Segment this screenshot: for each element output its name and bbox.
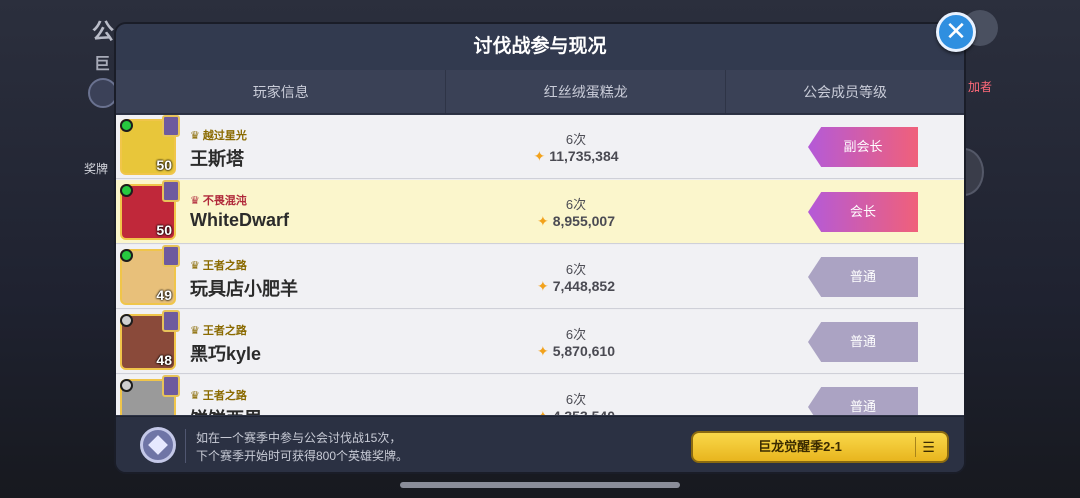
title-crown-icon: ♛ xyxy=(190,389,200,402)
player-name: 饼饼西里 xyxy=(190,405,262,415)
damage-value: 8,955,007 xyxy=(552,213,616,229)
title-crown-icon: ♛ xyxy=(190,194,200,207)
player-title-label: 越过星光 xyxy=(202,130,247,142)
player-level: 50 xyxy=(156,222,172,238)
close-icon[interactable]: ✕ xyxy=(936,12,976,52)
bg-right-tag: 加者 xyxy=(967,80,992,94)
attempt-count: 6次 xyxy=(565,392,587,407)
damage-score: ✦ 11,735,384 xyxy=(516,148,636,165)
table-row[interactable]: 50 ♛ 不畏混沌 WhiteDwarf 6次 ✦ 8,955,007 会长 xyxy=(116,180,964,244)
damage-icon: ✦ xyxy=(536,213,549,229)
player-title-label: 王者之路 xyxy=(202,325,247,337)
rank-badge-icon xyxy=(162,245,180,267)
rank-badge-icon xyxy=(162,375,180,397)
footer: 如在一个赛季中参与公会讨伐战15次， 下个赛季开始时可获得800个英雄奖牌。 巨… xyxy=(116,416,964,472)
bg-title: 公 xyxy=(92,19,115,44)
rank-badge-icon xyxy=(162,180,180,202)
player-level: 49 xyxy=(156,287,172,303)
online-status-icon xyxy=(120,184,133,197)
damage-score: ✦ 7,448,852 xyxy=(516,278,636,295)
player-title: ♛ 王者之路 xyxy=(190,387,247,403)
damage-score: ✦ 5,870,610 xyxy=(516,343,636,360)
header-member-rank: 公会成员等级 xyxy=(803,84,888,100)
rank-badge-icon xyxy=(162,310,180,332)
rank-badge-icon xyxy=(162,115,180,137)
table-row[interactable]: ♛王者之路饼饼西里 6次 ✦ 4,353,540 普通 xyxy=(116,375,964,415)
header-boss: 红丝绒蛋糕龙 xyxy=(446,70,727,113)
damage-value: 11,735,384 xyxy=(549,148,619,164)
player-level: 50 xyxy=(156,157,172,173)
reward-info-line1: 如在一个赛季中参与公会讨伐战15次， xyxy=(196,431,402,445)
damage-value: 7,448,852 xyxy=(552,278,616,294)
member-role-badge: 副会长 xyxy=(808,127,918,167)
season-label: 巨龙觉醒季2-1 xyxy=(758,439,842,454)
reward-info-line2: 下个赛季开始时可获得800个英雄奖牌。 xyxy=(196,449,409,463)
table-header: 玩家信息 红丝绒蛋糕龙 公会成员等级 xyxy=(116,70,964,114)
season-select-button[interactable]: 巨龙觉醒季2-1 ☰ xyxy=(691,431,949,463)
damage-score: ✦ 4,353,540 xyxy=(516,408,636,415)
damage-value: 5,870,610 xyxy=(552,343,616,359)
title-crown-icon: ♛ xyxy=(190,129,200,142)
bg-badge-label: 奖牌 xyxy=(84,162,109,176)
member-list[interactable]: 50 ♛ 越过星光 王斯塔 6次 ✦ 11,735,384 副会长 50 ♛ 不畏混沌 WhiteDw… xyxy=(116,115,964,415)
attempt-count: 6次 xyxy=(565,132,587,147)
hero-medal-icon xyxy=(140,427,176,463)
damage-icon: ✦ xyxy=(536,343,549,359)
modal-title: 讨伐战参与现况 xyxy=(116,24,964,70)
member-role-badge: 会长 xyxy=(808,192,918,232)
table-row[interactable]: 49 ♛ 王者之路 玩具店小肥羊 6次 ✦ 7,448,852 普通 xyxy=(116,245,964,309)
player-name: 王斯塔 xyxy=(190,149,244,169)
member-role-badge: 普通 xyxy=(808,387,918,415)
player-title: ♛ 王者之路 xyxy=(190,322,247,338)
player-level: 48 xyxy=(156,352,172,368)
member-role-badge: 普通 xyxy=(808,322,918,362)
title-crown-icon: ♛ xyxy=(190,259,200,272)
table-row[interactable]: 48 ♛ 王者之路 黑巧kyle 6次 ✦ 5,870,610 普通 xyxy=(116,310,964,374)
footer-divider xyxy=(185,429,186,463)
reward-info: 如在一个赛季中参与公会讨伐战15次， 下个赛季开始时可获得800个英雄奖牌。 xyxy=(196,429,408,465)
player-title: ♛ 越过星光 xyxy=(190,127,247,143)
damage-score: ✦ 8,955,007 xyxy=(516,213,636,230)
table-row[interactable]: 50 ♛ 越过星光 王斯塔 6次 ✦ 11,735,384 副会长 xyxy=(116,115,964,179)
damage-value: 4,353,540 xyxy=(553,408,615,415)
title-crown-icon: ♛ xyxy=(190,324,200,337)
attempt-count: 6次 xyxy=(565,197,587,212)
menu-icon[interactable]: ☰ xyxy=(915,437,941,457)
online-status-icon xyxy=(120,249,133,262)
online-status-icon xyxy=(120,379,133,392)
online-status-icon xyxy=(120,119,133,132)
player-name: 玩具店小肥羊 xyxy=(190,279,298,299)
damage-icon: ✦ xyxy=(537,408,549,415)
player-name: 黑巧kyle xyxy=(190,344,262,364)
player-title-label: 王者之路 xyxy=(202,390,247,402)
member-role-badge: 普通 xyxy=(808,257,918,297)
online-status-icon xyxy=(120,314,133,327)
player-title-label: 王者之路 xyxy=(202,260,247,272)
damage-icon: ✦ xyxy=(533,148,546,164)
bg-subtitle: 巨 xyxy=(94,56,111,73)
home-indicator[interactable] xyxy=(400,482,680,488)
attempt-count: 6次 xyxy=(565,327,587,342)
damage-icon: ✦ xyxy=(536,278,549,294)
player-title: ♛ 不畏混沌 xyxy=(190,192,247,208)
player-name: WhiteDwarf xyxy=(190,210,289,230)
header-player-info: 玩家信息 xyxy=(116,70,447,113)
player-title: ♛ 王者之路 xyxy=(190,257,247,273)
participation-modal: 讨伐战参与现况 玩家信息 红丝绒蛋糕龙 公会成员等级 50 ♛ 越过星光 王斯塔 6次 ✦… xyxy=(114,22,966,474)
player-title-label: 不畏混沌 xyxy=(202,195,247,207)
attempt-count: 6次 xyxy=(565,262,587,277)
